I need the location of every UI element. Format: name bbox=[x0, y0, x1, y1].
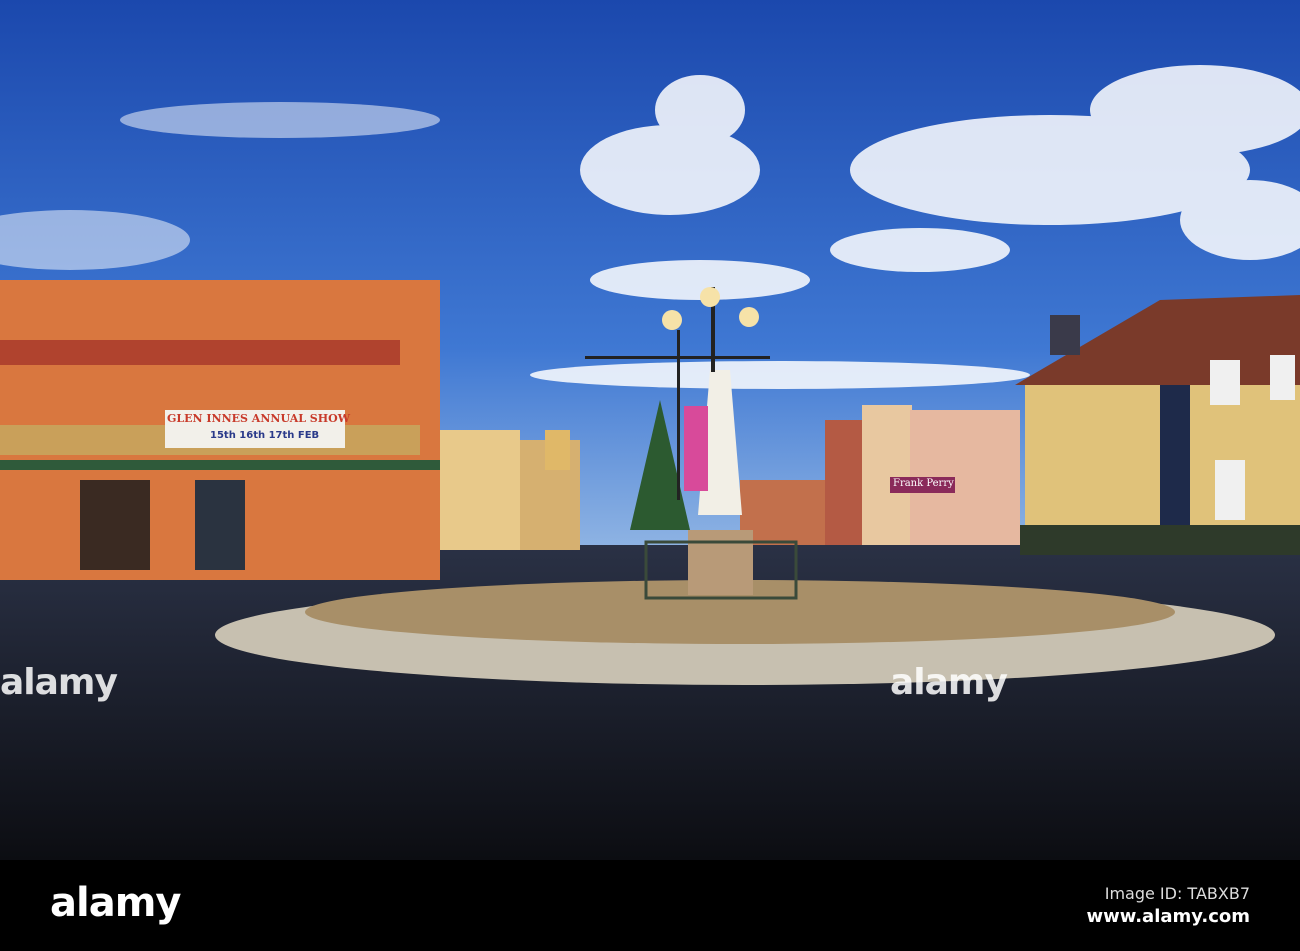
watermark-right: alamy bbox=[890, 662, 1008, 703]
banner-title: GLEN INNES ANNUAL SHOW bbox=[167, 412, 351, 425]
banner-dates: 15th 16th 17th FEB bbox=[210, 430, 320, 441]
right-building bbox=[1015, 295, 1300, 555]
image-id: Image ID: TABXB7 bbox=[1104, 884, 1250, 903]
street-photo bbox=[0, 0, 1300, 860]
alamy-logo: alamy bbox=[50, 880, 181, 926]
photo-scene: GLEN INNES ANNUAL SHOW 15th 16th 17th FE… bbox=[0, 0, 1300, 951]
shop-sign: Frank Perry bbox=[893, 478, 954, 489]
watermark-left: alamy bbox=[0, 662, 118, 703]
site-url: www.alamy.com bbox=[1086, 906, 1250, 927]
